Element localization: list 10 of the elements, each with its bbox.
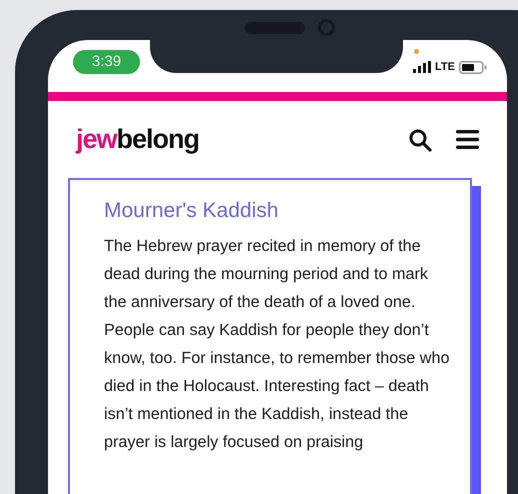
menu-icon[interactable] bbox=[456, 130, 479, 149]
article-title: Mourner's Kaddish bbox=[104, 198, 280, 224]
battery-icon bbox=[459, 60, 487, 74]
article-text: The Hebrew prayer recited in memory of the dead during the mourning period and to mark the anniversary of the death of a loved one. People can say Kaddish for people they don’t know, too. For instance, to remember those who died in the Holocaust. Interesting fact – death isn’t mentioned in the Kaddish, instead the prayer is largely focused on praising bbox=[104, 236, 450, 453]
status-time: 3:39 bbox=[73, 50, 140, 74]
network-label: LTE bbox=[435, 60, 455, 75]
signal-icon bbox=[413, 61, 432, 74]
search-icon[interactable] bbox=[408, 128, 432, 152]
site-logo[interactable]: jewbelong bbox=[76, 119, 200, 160]
indicator-dot bbox=[414, 49, 419, 54]
